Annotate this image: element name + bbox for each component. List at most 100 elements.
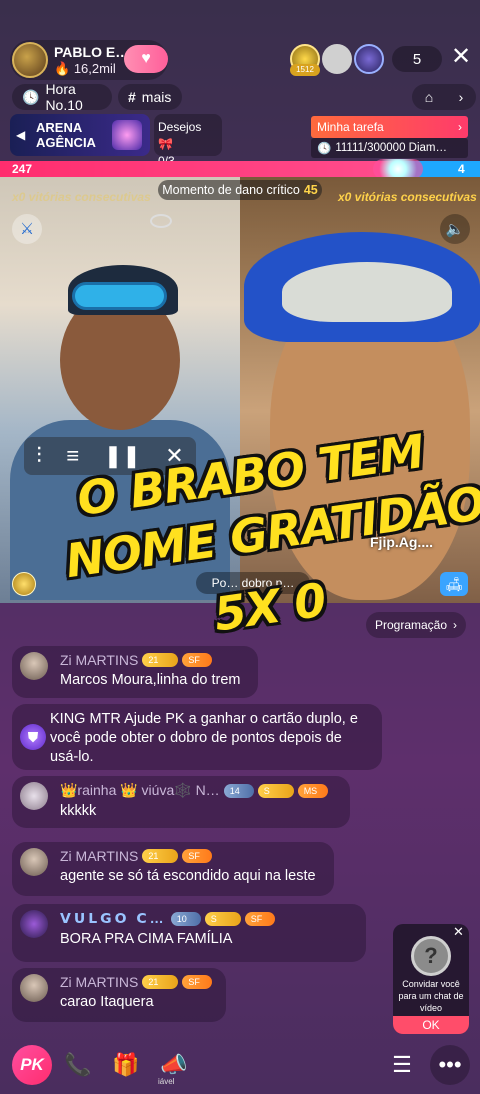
chevron-left-icon: ◀ bbox=[16, 128, 26, 142]
diamond-progress: 🕓 11111/300000 Diam… bbox=[311, 138, 468, 158]
home-icon: ⌂ bbox=[424, 89, 434, 105]
tarefa-label: Minha tarefa bbox=[317, 120, 384, 134]
level-badge: 14 bbox=[223, 783, 254, 798]
momento-banner: Momento de dano crítico 45 bbox=[158, 180, 322, 200]
close-icon[interactable]: ✕ bbox=[453, 924, 464, 940]
chat-text: BORA PRA CIMA FAMÍLIA bbox=[60, 931, 233, 947]
speaker-icon[interactable]: 🔈 bbox=[440, 214, 470, 244]
hora-label: Hora No.10 bbox=[45, 81, 83, 113]
chat-message[interactable]: 👑rainha 👑 viúva🕸️ N… 14 S MS kkkkk bbox=[12, 776, 350, 828]
chat-message[interactable]: 𝗩𝗨𝗟𝗚𝗢 𝗖… 10 S SF BORA PRA CIMA FAMÍLIA bbox=[12, 904, 366, 962]
system-message-line: KING MTR Ajude PK a ganhar o cartão dupl… bbox=[50, 711, 358, 727]
desejos-label-text: Desejos bbox=[158, 120, 202, 134]
more-icon[interactable]: ••• bbox=[430, 1045, 470, 1085]
close-icon[interactable]: ✕ bbox=[448, 42, 474, 72]
arena-trophy-icon bbox=[112, 120, 142, 150]
chat-avatar[interactable] bbox=[20, 652, 48, 680]
streak-right: x0 vitórias consecutivas bbox=[338, 190, 477, 204]
arena-title: ARENA AGÊNCIA bbox=[36, 120, 96, 150]
host-avatar[interactable] bbox=[12, 42, 48, 78]
chat-message[interactable]: Zi MARTINS 21 SF agente se só tá escondi… bbox=[12, 842, 334, 896]
momento-label: Momento de dano crítico bbox=[162, 183, 300, 197]
chat-text: kkkkk bbox=[60, 803, 97, 819]
clock-icon: 🕓 bbox=[22, 88, 40, 105]
fan-badge: MS bbox=[297, 783, 328, 798]
chat-username-text: Zi MARTINS bbox=[60, 848, 139, 864]
call-icon[interactable]: 📞 bbox=[58, 1047, 98, 1083]
host-name: PABLO E… bbox=[54, 44, 130, 60]
pk-bar-left bbox=[0, 161, 398, 177]
chat-username[interactable]: Zi MARTINS 21 SF bbox=[60, 848, 324, 864]
desejos-label: Desejos 🎀 bbox=[158, 119, 218, 153]
momento-value: 45 bbox=[303, 183, 318, 197]
hashtag-icon: # bbox=[128, 89, 136, 105]
pk-button[interactable]: PK bbox=[12, 1045, 52, 1085]
chat-username[interactable]: 𝗩𝗨𝗟𝗚𝗢 𝗖… 10 S SF bbox=[60, 910, 356, 927]
system-message: KING MTR Ajude PK a ganhar o cartão dupl… bbox=[12, 704, 382, 770]
programacao-label: Programação bbox=[374, 618, 448, 632]
fan-badge: SF bbox=[182, 849, 213, 863]
diamond-progress-text: 11111/300000 Diam… bbox=[335, 142, 447, 154]
chevron-right-icon: › bbox=[458, 89, 464, 105]
system-message-line: usá-lo. bbox=[50, 749, 94, 765]
home-chip[interactable]: ⌂ › bbox=[412, 84, 476, 110]
heart-icon: ♥ bbox=[141, 50, 151, 67]
fan-badge: S bbox=[257, 783, 294, 798]
chat-username-text: Zi MARTINS bbox=[60, 652, 139, 668]
fan-badge: SF bbox=[182, 653, 213, 667]
desejos-panel[interactable]: Desejos 🎀 0/3 bbox=[154, 114, 222, 168]
left-streamer-sunglasses bbox=[72, 282, 167, 310]
chevron-right-icon: › bbox=[453, 618, 458, 632]
minha-tarefa-button[interactable]: Minha tarefa › bbox=[311, 116, 468, 138]
fan-badge: S bbox=[204, 911, 241, 926]
pk-orb-icon bbox=[373, 159, 423, 179]
top-viewer-badge: 1512 bbox=[290, 64, 320, 76]
chat-username[interactable]: Zi MARTINS 21 SF bbox=[60, 652, 248, 668]
level-badge: 21 bbox=[142, 849, 179, 863]
chat-message[interactable]: Zi MARTINS 21 SF carao Itaquera bbox=[12, 968, 226, 1022]
top-viewer-avatar-2[interactable] bbox=[322, 44, 352, 74]
chevron-right-icon: › bbox=[458, 120, 462, 134]
chat-text: agente se só tá escondido aqui na leste bbox=[60, 868, 316, 884]
arena-title-line2: AGÊNCIA bbox=[36, 135, 96, 150]
chat-avatar[interactable] bbox=[20, 974, 48, 1002]
equalizer-icon[interactable]: ⫶ bbox=[36, 443, 42, 469]
programacao-button[interactable]: Programação › bbox=[366, 612, 466, 638]
playlist-icon[interactable]: ≡ bbox=[66, 443, 79, 469]
viewer-count[interactable]: 5 bbox=[392, 46, 442, 72]
level-badge: 21 bbox=[142, 975, 179, 989]
chat-message[interactable]: Zi MARTINS 21 SF Marcos Moura,linha do t… bbox=[12, 646, 258, 698]
crown-badge-icon[interactable] bbox=[12, 572, 36, 596]
chat-avatar[interactable] bbox=[20, 910, 48, 938]
hora-chip[interactable]: 🕓 Hora No.10 bbox=[12, 81, 112, 113]
question-icon: ? bbox=[411, 936, 451, 976]
top-viewer-avatar-3[interactable] bbox=[354, 44, 384, 74]
gift-label: iável bbox=[158, 1077, 175, 1086]
host-likes-count: 16,2mil bbox=[73, 61, 116, 76]
fan-badge: SF bbox=[244, 911, 275, 926]
pk-score-left: 247 bbox=[12, 162, 33, 176]
gift-icon[interactable]: 🎁 bbox=[106, 1047, 146, 1083]
host-likes: 🔥 16,2mil bbox=[54, 61, 116, 76]
mais-chip[interactable]: # mais bbox=[118, 84, 182, 110]
chat-avatar[interactable] bbox=[20, 782, 48, 810]
system-message-line: você pode obter o dobro de pontos depois… bbox=[50, 730, 342, 746]
level-badge: 21 bbox=[142, 653, 179, 667]
chat-username[interactable]: 👑rainha 👑 viúva🕸️ N… 14 S MS bbox=[60, 782, 340, 799]
shield-icon: ⛊ bbox=[20, 724, 46, 750]
pk-swords-icon[interactable]: ⚔ bbox=[12, 214, 42, 244]
chat-text: Marcos Moura,linha do trem bbox=[60, 672, 241, 688]
pk-score-right: 4 bbox=[458, 162, 465, 176]
menu-icon[interactable]: ☰ bbox=[382, 1047, 422, 1083]
chat-avatar[interactable] bbox=[20, 848, 48, 876]
chat-username[interactable]: Zi MARTINS 21 SF bbox=[60, 974, 216, 990]
arena-title-line1: ARENA bbox=[36, 120, 83, 135]
chat-text: carao Itaquera bbox=[60, 994, 154, 1010]
mais-label: mais bbox=[141, 89, 172, 105]
level-badge: 10 bbox=[170, 911, 201, 926]
follow-button[interactable]: ♥ bbox=[124, 45, 168, 73]
invite-ok-button[interactable]: OK bbox=[393, 1016, 469, 1034]
chat-username-text: 👑rainha 👑 viúva🕸️ N… bbox=[60, 782, 220, 798]
fan-badge: SF bbox=[182, 975, 213, 989]
sofa-icon[interactable]: 🛋 bbox=[440, 572, 468, 596]
